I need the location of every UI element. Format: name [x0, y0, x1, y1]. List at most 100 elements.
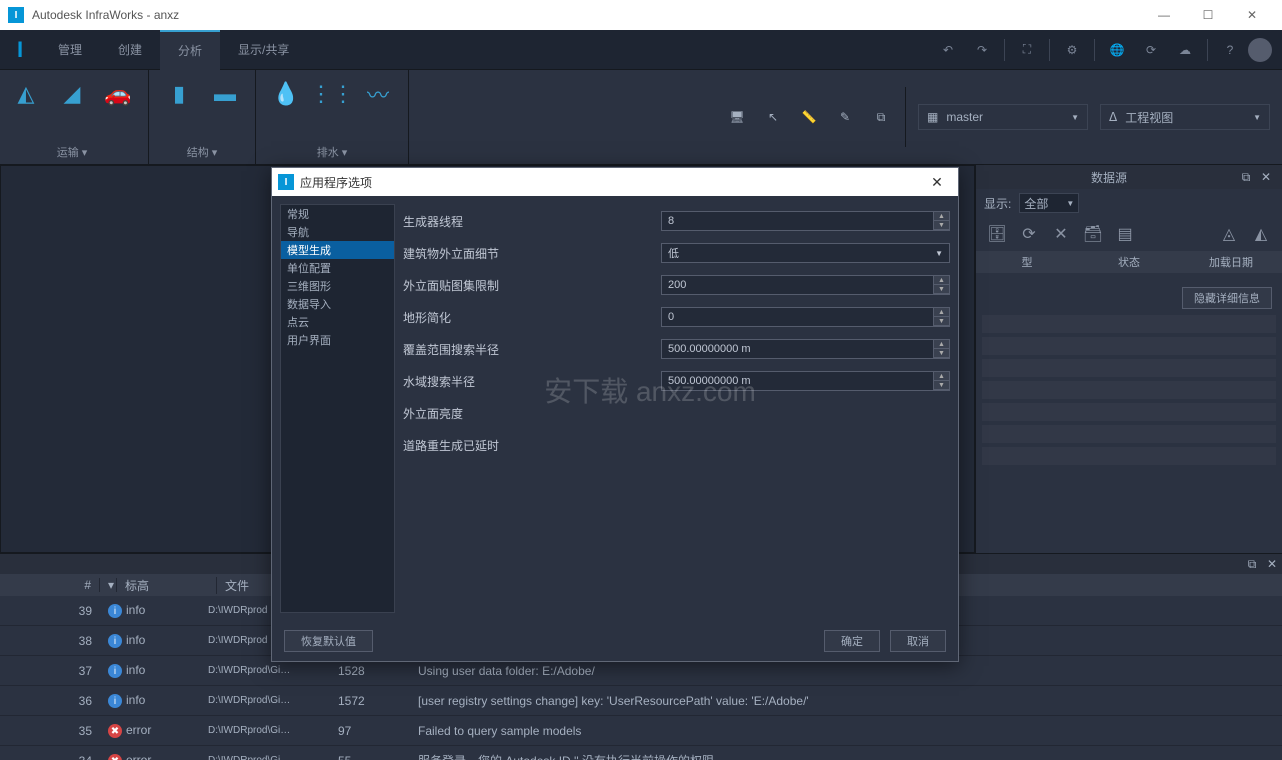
terrain-icon[interactable]: ◭ [10, 78, 42, 110]
spin-input[interactable]: 8▲▼ [661, 211, 950, 231]
option-row: 外立面亮度 [403, 402, 950, 424]
filter2-icon[interactable]: ◭ [1250, 223, 1272, 245]
flow-icon[interactable]: 〰 [362, 78, 394, 110]
option-row: 水域搜索半径500.00000000 m▲▼ [403, 370, 950, 392]
datasource-table-header: 型状态加载日期 [976, 251, 1282, 273]
app-options-dialog: I 应用程序选项 ✕ 常规导航模型生成单位配置三维图形数据导入点云用户界面 生成… [271, 167, 959, 662]
reset-defaults-button[interactable]: 恢复默认值 [284, 630, 373, 652]
close-button[interactable]: ✕ [1230, 0, 1274, 30]
tools-icon[interactable]: ✎ [833, 105, 857, 129]
car-icon[interactable]: 🚗 [102, 78, 134, 110]
dialog-sidebar: 常规导航模型生成单位配置三维图形数据导入点云用户界面 [280, 204, 395, 613]
copy-icon[interactable]: ⧉ [869, 105, 893, 129]
settings-icon[interactable]: ⚙ [1056, 34, 1088, 66]
column-header[interactable]: 型 [976, 254, 1078, 270]
view-dropdown[interactable]: ᐃ 工程视图 ▼ [1100, 104, 1270, 130]
filter-icon[interactable]: ◬ [1218, 223, 1240, 245]
dialog-sidebar-item[interactable]: 用户界面 [281, 331, 394, 349]
dialog-footer: 恢复默认值 确定 取消 [272, 621, 958, 661]
window-controls: — ☐ ✕ [1142, 0, 1274, 30]
app-icon: I [8, 7, 24, 23]
column-icon[interactable]: ▮ [163, 78, 195, 110]
cloud-icon[interactable]: ☁ [1169, 34, 1201, 66]
show-label: 显示: [984, 195, 1011, 212]
log-close-icon[interactable]: ✕ [1262, 554, 1282, 574]
dialog-content: 生成器线程8▲▼建筑物外立面细节低▼外立面贴图集限制200▲▼地形简化0▲▼覆盖… [403, 204, 950, 613]
dialog-titlebar: I 应用程序选项 ✕ [272, 168, 958, 196]
undo-icon[interactable]: ↶ [932, 34, 964, 66]
option-label: 建筑物外立面细节 [403, 245, 661, 262]
show-filter-dropdown[interactable]: 全部▼ [1019, 193, 1079, 213]
add-source-icon[interactable]: 🗄 [986, 223, 1008, 245]
option-row: 建筑物外立面细节低▼ [403, 242, 950, 264]
layers-icon: ▦ [927, 110, 938, 124]
option-label: 地形简化 [403, 309, 661, 326]
datasource-panel: 数据源 ⧉ ✕ 显示: 全部▼ 🗄 ⟳ ✕ 🗃 ▤ ◬ ◭ 型状态加载日期 隐藏… [975, 165, 1282, 553]
menubar-tab[interactable]: 显示/共享 [220, 30, 307, 70]
app-logo-icon[interactable]: I [0, 37, 40, 63]
road-icon[interactable]: ◢ [56, 78, 88, 110]
feature-icon[interactable]: ▤ [1114, 223, 1136, 245]
ruler-icon[interactable]: 📏 [797, 105, 821, 129]
option-label: 外立面亮度 [403, 405, 661, 422]
option-label: 生成器线程 [403, 213, 661, 230]
monitor-icon[interactable]: 🖥 [725, 105, 749, 129]
spin-input[interactable]: 500.00000000 m▲▼ [661, 339, 950, 359]
column-header[interactable]: 加载日期 [1180, 254, 1282, 270]
ribbon-group-label[interactable]: 运输 ▾ [0, 140, 144, 164]
log-restore-icon[interactable]: ⧉ [1242, 554, 1262, 574]
restore-icon[interactable]: ⧉ [1236, 167, 1256, 187]
option-row: 地形简化0▲▼ [403, 306, 950, 328]
ribbon-right: 🖥 ↖ 📏 ✎ ⧉ ▦ master ▼ ᐃ 工程视图 ▼ [725, 70, 1282, 164]
globe-icon[interactable]: 🌐 [1101, 34, 1133, 66]
ribbon-group-label[interactable]: 结构 ▾ [153, 140, 251, 164]
log-row[interactable]: 36iinfoD:\IWDRprod\Gi…1572[user registry… [0, 686, 1282, 716]
dialog-close-button[interactable]: ✕ [922, 174, 952, 191]
ok-button[interactable]: 确定 [824, 630, 880, 652]
menubar-tab[interactable]: 管理 [40, 30, 100, 70]
fullscreen-icon[interactable]: ⛶ [1011, 34, 1043, 66]
column-header[interactable]: 状态 [1078, 254, 1180, 270]
network-icon[interactable]: ⋮⋮ [316, 78, 348, 110]
cancel-button[interactable]: 取消 [890, 630, 946, 652]
option-label: 道路重生成已延时 [403, 437, 661, 454]
maximize-button[interactable]: ☐ [1186, 0, 1230, 30]
spin-input[interactable]: 500.00000000 m▲▼ [661, 371, 950, 391]
select-input[interactable]: 低▼ [661, 243, 950, 263]
log-row[interactable]: 35✖errorD:\IWDRprod\Gi…97Failed to query… [0, 716, 1282, 746]
dialog-sidebar-item[interactable]: 常规 [281, 205, 394, 223]
ribbon-group-label[interactable]: 排水 ▾ [260, 140, 404, 164]
refresh-icon[interactable]: ⟳ [1135, 34, 1167, 66]
help-icon[interactable]: ? [1214, 34, 1246, 66]
log-row[interactable]: 34✖errorD:\IWDRprod\Gi…55服务登录，您的 Autodes… [0, 746, 1282, 760]
drop-icon[interactable]: 💧 [270, 78, 302, 110]
spin-input[interactable]: 0▲▼ [661, 307, 950, 327]
compass-icon: ᐃ [1109, 110, 1117, 124]
dialog-sidebar-item[interactable]: 数据导入 [281, 295, 394, 313]
datasource-list [976, 315, 1282, 553]
dialog-sidebar-item[interactable]: 单位配置 [281, 259, 394, 277]
refresh-source-icon[interactable]: ⟳ [1018, 223, 1040, 245]
menubar-tab[interactable]: 创建 [100, 30, 160, 70]
dialog-sidebar-item[interactable]: 点云 [281, 313, 394, 331]
dialog-sidebar-item[interactable]: 模型生成 [281, 241, 394, 259]
proposal-dropdown[interactable]: ▦ master ▼ [918, 104, 1088, 130]
main-menubar: I 管理创建分析显示/共享 ↶ ↷ ⛶ ⚙ 🌐 ⟳ ☁ ? [0, 30, 1282, 70]
dialog-sidebar-item[interactable]: 导航 [281, 223, 394, 241]
hide-detail-button[interactable]: 隐藏详细信息 [1182, 287, 1272, 309]
dialog-app-icon: I [278, 174, 294, 190]
user-avatar-icon[interactable] [1248, 38, 1272, 62]
cursor-icon[interactable]: ↖ [761, 105, 785, 129]
option-row: 覆盖范围搜索半径500.00000000 m▲▼ [403, 338, 950, 360]
redo-icon[interactable]: ↷ [966, 34, 998, 66]
menubar-tab[interactable]: 分析 [160, 30, 220, 70]
db-icon[interactable]: 🗃 [1082, 223, 1104, 245]
bridge-icon[interactable]: ▬ [209, 78, 241, 110]
datasource-toolbar: 🗄 ⟳ ✕ 🗃 ▤ ◬ ◭ [976, 217, 1282, 251]
close-panel-icon[interactable]: ✕ [1256, 167, 1276, 187]
spin-input[interactable]: 200▲▼ [661, 275, 950, 295]
delete-source-icon[interactable]: ✕ [1050, 223, 1072, 245]
option-label: 水域搜索半径 [403, 373, 661, 390]
dialog-sidebar-item[interactable]: 三维图形 [281, 277, 394, 295]
minimize-button[interactable]: — [1142, 0, 1186, 30]
